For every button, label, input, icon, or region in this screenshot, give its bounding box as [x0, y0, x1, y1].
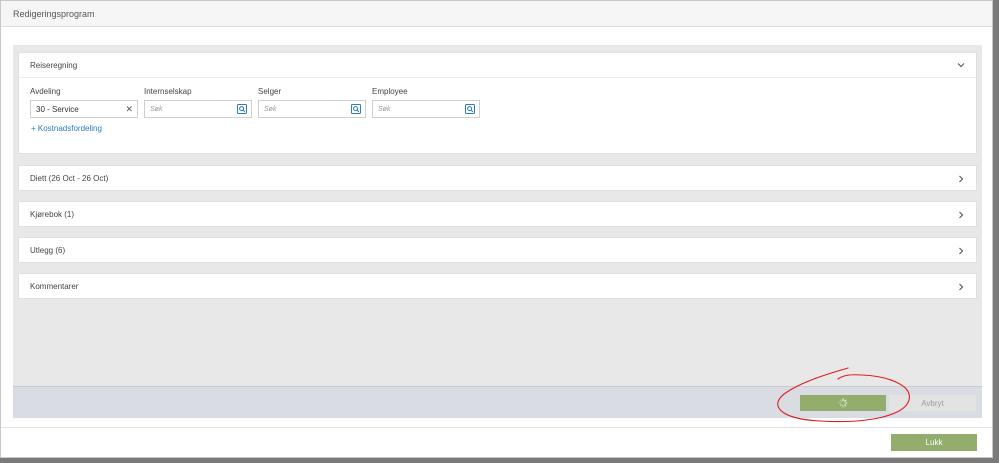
- section-utlegg-header[interactable]: Utlegg (6): [19, 238, 976, 263]
- section-kjorebok-header[interactable]: Kjørebok (1): [19, 202, 976, 227]
- section-title: Kjørebok (1): [30, 210, 75, 219]
- section-reiseregning: Reiseregning Avdeling 30 - Service ✕ Int…: [18, 52, 977, 154]
- employee-placeholder: Søk: [378, 105, 391, 113]
- employee-input[interactable]: Søk: [372, 100, 480, 118]
- chevron-down-icon[interactable]: [956, 60, 966, 70]
- section-diett[interactable]: Diett (26 Oct - 26 Oct): [18, 165, 977, 191]
- modal-footer: Lukk: [1, 427, 992, 457]
- field-row: Avdeling 30 - Service ✕ Internselskap Sø…: [19, 78, 976, 118]
- field-selger: Selger Søk: [258, 86, 366, 118]
- chevron-right-icon[interactable]: [956, 246, 966, 256]
- chevron-right-icon[interactable]: [956, 282, 966, 292]
- field-label: Employee: [372, 87, 408, 96]
- modal-header: Redigeringsprogram: [1, 1, 992, 27]
- chevron-right-icon[interactable]: [956, 174, 966, 184]
- section-title: Diett (26 Oct - 26 Oct): [30, 174, 109, 183]
- editor-modal: Redigeringsprogram Reiseregning Avdeling…: [0, 0, 993, 458]
- modal-content: Reiseregning Avdeling 30 - Service ✕ Int…: [13, 45, 982, 418]
- field-avdeling: Avdeling 30 - Service ✕: [30, 86, 138, 118]
- avdeling-input[interactable]: 30 - Service ✕: [30, 100, 138, 118]
- section-diett-header[interactable]: Diett (26 Oct - 26 Oct): [19, 166, 976, 191]
- close-button[interactable]: Lukk: [891, 434, 977, 451]
- modal-title: Redigeringsprogram: [13, 8, 95, 19]
- section-title: Reiseregning: [30, 60, 78, 70]
- clear-icon[interactable]: ✕: [125, 104, 133, 114]
- field-employee: Employee Søk: [372, 86, 480, 118]
- field-internselskap: Internselskap Søk: [144, 86, 252, 118]
- add-cost-distribution-link[interactable]: + Kostnadsfordeling: [31, 124, 976, 133]
- avdeling-value: 30 - Service: [36, 104, 79, 114]
- section-title: Utlegg (6): [30, 246, 66, 255]
- section-kommentarer[interactable]: Kommentarer: [18, 273, 977, 299]
- chevron-right-icon[interactable]: [956, 210, 966, 220]
- lookup-icon[interactable]: [351, 104, 361, 114]
- selger-input[interactable]: Søk: [258, 100, 366, 118]
- lookup-icon[interactable]: [237, 104, 247, 114]
- internselskap-placeholder: Søk: [150, 105, 163, 113]
- action-bar: Avbryt: [13, 386, 982, 418]
- field-label: Selger: [258, 87, 282, 96]
- internselskap-input[interactable]: Søk: [144, 100, 252, 118]
- cancel-button[interactable]: Avbryt: [889, 395, 976, 411]
- spinner-icon: [838, 398, 848, 408]
- section-kjorebok[interactable]: Kjørebok (1): [18, 201, 977, 227]
- field-label: Internselskap: [144, 87, 192, 96]
- selger-placeholder: Søk: [264, 105, 277, 113]
- section-kommentarer-header[interactable]: Kommentarer: [19, 274, 976, 299]
- field-label: Avdeling: [30, 87, 61, 96]
- section-reiseregning-header[interactable]: Reiseregning: [19, 53, 976, 78]
- section-utlegg[interactable]: Utlegg (6): [18, 237, 977, 263]
- save-button-loading[interactable]: [800, 395, 886, 411]
- section-title: Kommentarer: [30, 282, 79, 291]
- lookup-icon[interactable]: [465, 104, 475, 114]
